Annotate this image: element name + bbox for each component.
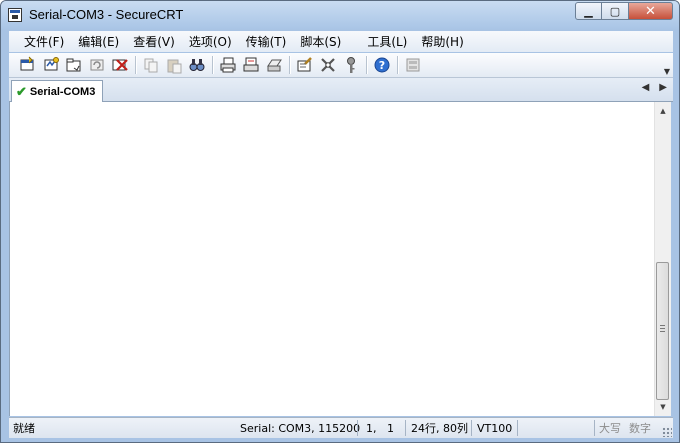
window-controls: ▁ ▢ ✕: [575, 2, 673, 20]
close-button[interactable]: ✕: [628, 2, 673, 20]
status-ready: 就绪: [13, 422, 35, 435]
status-divider: [471, 420, 472, 436]
minimize-button[interactable]: ▁: [575, 2, 602, 20]
tab-scroll-right-icon[interactable]: ▶: [659, 82, 667, 93]
menu-script[interactable]: 脚本(S): [293, 33, 348, 50]
toolbar-separator: [135, 56, 136, 74]
resize-grip-icon[interactable]: [662, 427, 672, 437]
status-cursor: 1, 1: [366, 422, 394, 435]
global-options-icon[interactable]: [317, 55, 338, 76]
print-selection-icon[interactable]: [240, 55, 261, 76]
menu-bar: 文件(F) 编辑(E) 查看(V) 选项(O) 传输(T) 脚本(S) 工具(L…: [9, 31, 673, 52]
reconnect-icon[interactable]: [86, 55, 107, 76]
app-icon[interactable]: [8, 8, 22, 22]
tab-scroll-left-icon[interactable]: ◀: [642, 82, 650, 93]
vertical-scrollbar[interactable]: ▲ ▼: [654, 102, 671, 416]
help-icon[interactable]: ?: [371, 55, 392, 76]
title-bar[interactable]: Serial-COM3 - SecureCRT ▁ ▢ ✕: [1, 1, 679, 29]
securecrt-window: Serial-COM3 - SecureCRT ▁ ▢ ✕ 文件(F) 编辑(E…: [0, 0, 680, 443]
status-size: 24行, 80列: [411, 422, 468, 435]
scrollbar-thumb[interactable]: [656, 262, 669, 400]
toolbar: ? ▼: [9, 53, 673, 78]
terminal-area[interactable]: [9, 102, 655, 416]
disconnect-icon[interactable]: [109, 55, 130, 76]
tab-serial-com3[interactable]: ✔ Serial-COM3: [11, 80, 103, 102]
scroll-down-icon[interactable]: ▼: [655, 400, 671, 414]
svg-text:?: ?: [378, 59, 384, 72]
menu-file[interactable]: 文件(F): [17, 33, 71, 50]
tab-strip: ✔ Serial-COM3 ◀ ▶: [9, 78, 673, 102]
connect-tab-icon[interactable]: [63, 55, 84, 76]
status-emulation: VT100: [477, 422, 513, 435]
status-divider: [594, 420, 595, 436]
status-connection: Serial: COM3, 115200: [240, 422, 361, 435]
paste-icon[interactable]: [163, 55, 184, 76]
menu-transfer[interactable]: 传输(T): [239, 33, 294, 50]
tab-navigation: ◀ ▶: [642, 82, 667, 93]
status-num: 数字: [629, 422, 651, 435]
status-divider: [517, 420, 518, 436]
window-title: Serial-COM3 - SecureCRT: [29, 7, 184, 22]
sftp-icon[interactable]: [402, 55, 423, 76]
menu-options[interactable]: 选项(O): [182, 33, 239, 50]
status-bar: 就绪 Serial: COM3, 115200 1, 1 24行, 80列 VT…: [9, 417, 673, 438]
session-options-icon[interactable]: [294, 55, 315, 76]
toolbar-overflow-icon[interactable]: ▼: [664, 67, 670, 76]
quick-connect-icon[interactable]: [40, 55, 61, 76]
connected-check-icon: ✔: [16, 83, 27, 99]
keymap-icon[interactable]: [340, 55, 361, 76]
status-caps: 大写: [599, 422, 621, 435]
connect-icon[interactable]: [17, 55, 38, 76]
print-icon[interactable]: [217, 55, 238, 76]
copy-icon[interactable]: [140, 55, 161, 76]
toolbar-separator: [397, 56, 398, 74]
toolbar-separator: [289, 56, 290, 74]
scrollbar-grip-icon: [660, 325, 665, 332]
tab-label: Serial-COM3: [29, 85, 96, 98]
status-divider: [405, 420, 406, 436]
menu-view[interactable]: 查看(V): [126, 33, 182, 50]
toolbar-separator: [366, 56, 367, 74]
scroll-up-icon[interactable]: ▲: [655, 104, 671, 118]
find-icon[interactable]: [186, 55, 207, 76]
menu-help[interactable]: 帮助(H): [414, 33, 470, 50]
menu-tools[interactable]: 工具(L): [360, 33, 414, 50]
status-divider: [357, 420, 358, 436]
maximize-button[interactable]: ▢: [602, 2, 628, 20]
print-setup-icon[interactable]: [263, 55, 284, 76]
toolbar-separator: [212, 56, 213, 74]
menu-edit[interactable]: 编辑(E): [71, 33, 126, 50]
